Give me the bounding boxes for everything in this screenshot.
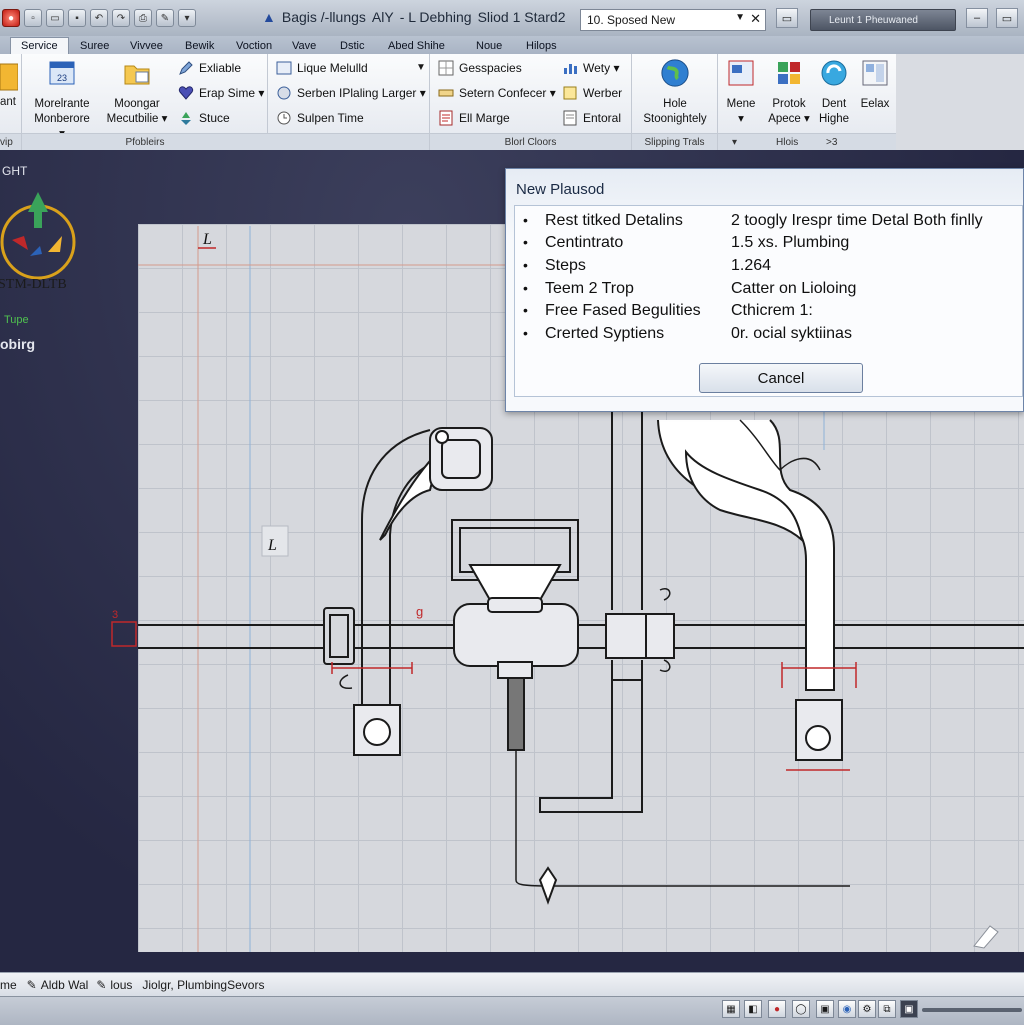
status-bar: me ✎ Aldb Wal ✎ lous Jiolgr, PlumbingSevor… [0,972,1024,997]
bullet-icon: • [523,280,528,296]
dialog-row-key: Crerted Syptiens [545,325,665,342]
bullet-icon: • [523,325,528,341]
status-cut: me [0,978,17,992]
stack-coupling-right [645,613,675,659]
status-tab-2-label: lous [110,978,133,992]
status-tab-1[interactable]: ✎ Aldb Wal [27,978,89,992]
dialog-row-value: Catter on Lioloing [731,280,857,297]
otrack-icon[interactable]: ◉ [838,1000,856,1018]
new-plausod-dialog: New Plausod • Rest titked Detalins 2 toogl… [505,168,1024,412]
fixture-bowl [468,564,562,601]
fixture-outlet [497,661,533,679]
dialog-row-key: Teem 2 Trop [545,280,634,297]
settings-icon[interactable]: ⚙ [858,1000,876,1018]
bullet-icon: • [523,212,528,228]
plumbing-drawing: L L g 3 [111,226,1024,952]
fullscreen-icon[interactable]: ▣ [900,1000,918,1018]
dialog-row-value: 2 toogly Irespr time Detal Both finlly [731,212,983,229]
left-coupling-inner [329,614,349,658]
osnap-icon[interactable]: ▣ [816,1000,834,1018]
cancel-button[interactable]: Cancel [699,363,863,393]
dialog-row: • Free Fased Begulities Cthicrem 1: [523,302,813,320]
drawing-marker-1: L [202,231,212,248]
right-trap-valve [805,725,831,751]
cleanout-bolt [435,430,449,444]
bullet-icon: • [523,234,528,250]
zoom-slider[interactable] [922,1008,1022,1012]
dialog-row-key: Steps [545,257,586,274]
dialog-row: • Crerted Syptiens 0r. ocial syktiinas [523,325,852,343]
threaded-rod [507,677,525,751]
stack-bottom [611,660,643,681]
drain-diamond [538,866,558,905]
drain-run [515,879,850,887]
dialog-row-value: Cthicrem 1: [731,302,813,319]
dialog-row-key: Centintrato [545,234,624,251]
left-trap-valve [363,718,391,746]
dialog-row: • Centintrato 1.5 xs. Plumbing [523,234,849,252]
ortho-icon[interactable]: ● [768,1000,786,1018]
drawing-marker-3: g [416,604,423,619]
hook-detail [339,674,353,689]
status-tab-2[interactable]: ✎ lous [96,978,132,992]
dialog-row-key: Free Fased Begulities [545,302,701,319]
bullet-icon: • [523,302,528,318]
pen-icon: ✎ [96,978,107,992]
dialog-row-value: 1.264 [731,257,772,274]
dialog-row: • Teem 2 Trop Catter on Lioloing [523,280,856,298]
pen-icon: ✎ [26,978,37,992]
dialog-row-key: Rest titked Detalins [545,212,683,229]
dialog-title: New Plausod [516,181,605,198]
dialog-row: • Rest titked Detalins 2 toogly Irespr tim… [523,212,983,230]
lock-icon[interactable]: ⧉ [878,1000,896,1018]
dialog-row: • Steps 1.264 [523,257,771,275]
status-tab-3[interactable]: Jiolgr, PlumbingSevors [142,978,264,992]
polar-icon[interactable]: ◯ [792,1000,810,1018]
right-riser [657,419,835,691]
bullet-icon: • [523,257,528,273]
inlet-marker [111,621,137,647]
dialog-row-value: 1.5 xs. Plumbing [731,234,850,251]
fixture-body [453,603,579,667]
stack-elbow [539,680,643,813]
stack-coupling [605,613,647,659]
drawing-marker-4: 3 [112,609,118,621]
drawing-marker-2: L [267,537,277,554]
resize-grip-icon[interactable] [973,925,999,949]
snap-icon[interactable]: ◧ [744,1000,762,1018]
status-tab-1-label: Aldb Wal [40,978,89,992]
fixture-neck [487,597,543,613]
grid-toggle-icon[interactable]: ▦ [722,1000,740,1018]
dialog-row-value: 0r. ocial syktiinas [731,325,852,342]
